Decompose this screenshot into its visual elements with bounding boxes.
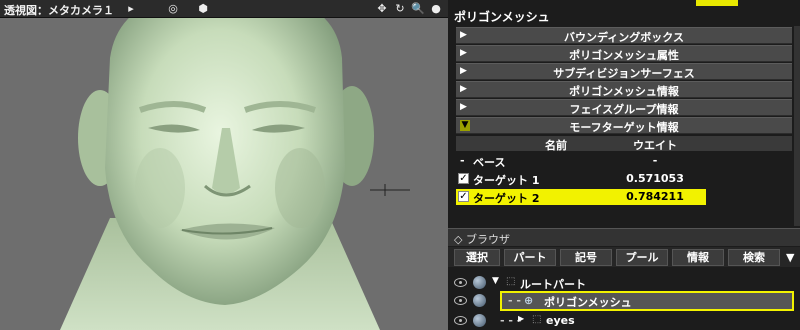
sphere-icon[interactable]: ● [429,2,443,16]
tab-select[interactable]: 選択 [454,249,500,266]
tab-search[interactable]: 検索 [728,249,780,266]
morph-row-target-2[interactable]: ✓ ターゲット 2 0.784211 [456,189,706,205]
tree-item-label: ポリゴンメッシュ [544,296,632,309]
visibility-eye-icon[interactable] [454,278,467,287]
browser-tabs: 選択 パート 記号 プール 情報 検索 ▼ [448,247,800,267]
section-label: サブディビジョンサーフェス [553,67,695,80]
target-icon[interactable]: ◎ [166,2,180,16]
browser-header[interactable]: ◇ ブラウザ [448,228,800,246]
tree-item-root-part[interactable]: ▼ ⬚ ルートパート [448,274,800,292]
camera-title[interactable]: 透視図：メタカメラ１ [4,2,114,18]
tab-pool[interactable]: プール [616,249,668,266]
viewport-3d[interactable]: 透視図：メタカメラ１ ▸ ◎ ⬢ ✥ ↻ 🔍 ● [0,0,448,330]
tree-item-polygon-mesh[interactable]: - - ⊕ ポリゴンメッシュ [448,291,800,311]
tab-parts[interactable]: パート [504,249,556,266]
column-header-weight[interactable]: ウエイト [616,137,694,153]
section-label: モーフターゲット情報 [569,121,679,134]
head-model[interactable] [0,18,448,330]
zoom-icon[interactable]: 🔍 [411,2,425,16]
enable-checkbox[interactable]: ✓ [458,191,469,202]
cube-icon[interactable]: ⬢ [196,2,210,16]
tabs-more-icon[interactable]: ▼ [786,251,794,264]
rotate-icon[interactable]: ↻ [393,2,407,16]
shading-ball-icon[interactable] [473,294,486,307]
viewport-toolbar: 透視図：メタカメラ１ ▸ ◎ ⬢ ✥ ↻ 🔍 ● [0,0,448,18]
morph-row-base[interactable]: - ベース - [456,153,706,169]
section-label: ポリゴンメッシュ情報 [569,85,679,98]
tab-info[interactable]: 情報 [672,249,724,266]
tab-symbols[interactable]: 記号 [560,249,612,266]
enable-checkbox[interactable]: ✓ [458,173,469,184]
row-weight[interactable]: 0.571053 [616,172,694,185]
tree-connector: - - [508,294,521,307]
morph-table-header: 名前 ウエイト [456,136,792,153]
part-icon: ⬚ [532,314,542,325]
tree-item-label: eyes [546,314,575,327]
tree-item-label: ルートパート [520,278,586,291]
section-morph-target-info[interactable]: ▼ モーフターゲット情報 [456,117,792,134]
row-name: ターゲット 2 [473,192,540,205]
move-icon[interactable]: ✥ [375,2,389,16]
row-name: ベース [473,156,506,169]
section-mesh-info[interactable]: ▶ ポリゴンメッシュ情報 [456,81,792,98]
shading-ball-icon[interactable] [473,276,486,289]
panel-scrollbar[interactable] [794,26,800,226]
section-label: バウンディングボックス [564,31,684,44]
morph-row-target-1[interactable]: ✓ ターゲット 1 0.571053 [456,171,706,187]
panel-accent-bar [696,0,738,6]
browser-title: ◇ ブラウザ [454,233,510,246]
properties-panel: ポリゴンメッシュ ▶ バウンディングボックス ▶ ポリゴンメッシュ属性 ▶ サブ… [448,0,800,330]
section-mesh-attributes[interactable]: ▶ ポリゴンメッシュ属性 [456,45,792,62]
section-label: フェイスグループ情報 [569,103,679,116]
part-icon: ⬚ [506,276,516,287]
section-label: ポリゴンメッシュ属性 [569,49,679,62]
row-name: ターゲット 1 [473,174,540,187]
section-subdivision-surface[interactable]: ▶ サブディビジョンサーフェス [456,63,792,80]
mesh-icon: ⊕ [524,294,534,307]
panel-title: ポリゴンメッシュ [454,10,550,24]
section-bounding-box[interactable]: ▶ バウンディングボックス [456,27,792,44]
visibility-eye-icon[interactable] [454,296,467,305]
disclosure-triangle-icon[interactable]: ▼ [492,276,499,286]
row-weight: - [652,154,658,167]
tree-item-eyes[interactable]: - - - ▶ ⬚ eyes [448,312,800,330]
column-header-name[interactable]: 名前 [526,137,586,153]
row-weight[interactable]: 0.784211 [616,190,694,203]
disclosure-triangle-icon[interactable]: ▶ [518,314,524,323]
section-face-group-info[interactable]: ▶ フェイスグループ情報 [456,99,792,116]
camera-menu-arrow-icon[interactable]: ▸ [124,2,138,16]
visibility-eye-icon[interactable] [454,316,467,325]
row-prefix: - [460,154,465,167]
shading-ball-icon[interactable] [473,314,486,327]
